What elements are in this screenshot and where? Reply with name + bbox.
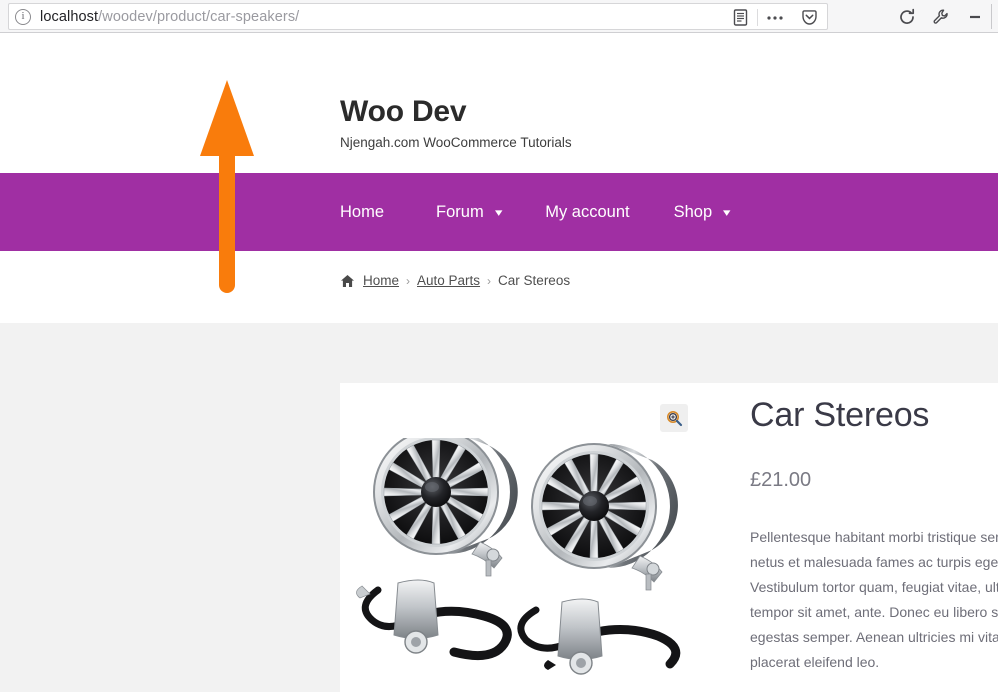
page-viewport: Woo Dev Njengah.com WooCommerce Tutorial… [0, 33, 998, 692]
chevron-down-icon: ▾ [494, 206, 503, 219]
breadcrumb-item-current: Car Stereos [498, 273, 571, 288]
breadcrumb-separator: › [487, 273, 492, 288]
nav-item-label: Home [340, 202, 385, 221]
window-edge [991, 4, 992, 29]
magnifier-zoom-icon[interactable] [660, 404, 688, 432]
window-controls [890, 0, 992, 33]
nav-item-home[interactable]: Home [340, 173, 414, 251]
url-bar[interactable]: i localhost/woodev/product/car-speakers/ [8, 3, 828, 30]
nav-items: Home Forum ▾ My account Shop ▾ [340, 173, 752, 251]
breadcrumb-separator: › [406, 273, 411, 288]
product-title: Car Stereos [750, 396, 930, 434]
product-gallery [340, 383, 700, 692]
site-title[interactable]: Woo Dev [340, 95, 467, 129]
main-navigation: Home Forum ▾ My account Shop ▾ [0, 173, 998, 251]
pocket-save-icon[interactable] [792, 5, 826, 30]
url-text: localhost/woodev/product/car-speakers/ [40, 9, 299, 25]
nav-item-label: Forum [436, 202, 484, 221]
page-actions-icon[interactable] [758, 5, 792, 30]
nav-item-my-account[interactable]: My account [523, 173, 651, 251]
breadcrumb-item-auto-parts[interactable]: Auto Parts [417, 273, 480, 288]
minimize-icon[interactable] [958, 0, 992, 33]
product-description: Pellentesque habitant morbi tristique se… [750, 529, 998, 670]
nav-item-shop[interactable]: Shop ▾ [652, 173, 752, 251]
devtools-wrench-icon[interactable] [924, 0, 958, 33]
product-summary: Car Stereos £21.00 Pellentesque habitant… [750, 383, 998, 692]
urlbar-actions [723, 5, 826, 30]
breadcrumb: Home › Auto Parts › Car Stereos [340, 273, 570, 288]
nav-item-label: My account [545, 202, 630, 221]
site-header: Woo Dev Njengah.com WooCommerce Tutorial… [0, 33, 998, 173]
breadcrumb-strip: Home › Auto Parts › Car Stereos [0, 251, 998, 323]
browser-chrome: i localhost/woodev/product/car-speakers/ [0, 0, 998, 33]
nav-item-label: Shop [673, 202, 713, 221]
site-tagline: Njengah.com WooCommerce Tutorials [340, 135, 572, 150]
home-icon[interactable] [340, 274, 355, 288]
site-info-icon[interactable]: i [15, 8, 31, 25]
product-price: £21.00 [750, 469, 812, 491]
reload-icon[interactable] [890, 0, 924, 33]
product-card: Car Stereos £21.00 Pellentesque habitant… [340, 383, 998, 692]
breadcrumb-item-home[interactable]: Home [363, 273, 399, 288]
url-path: /woodev/product/car-speakers/ [98, 8, 300, 25]
chevron-down-icon: ▾ [723, 206, 731, 219]
reader-mode-icon[interactable] [723, 5, 757, 30]
url-host: localhost [40, 8, 99, 25]
nav-item-forum[interactable]: Forum ▾ [414, 173, 523, 251]
product-image[interactable] [340, 438, 700, 692]
